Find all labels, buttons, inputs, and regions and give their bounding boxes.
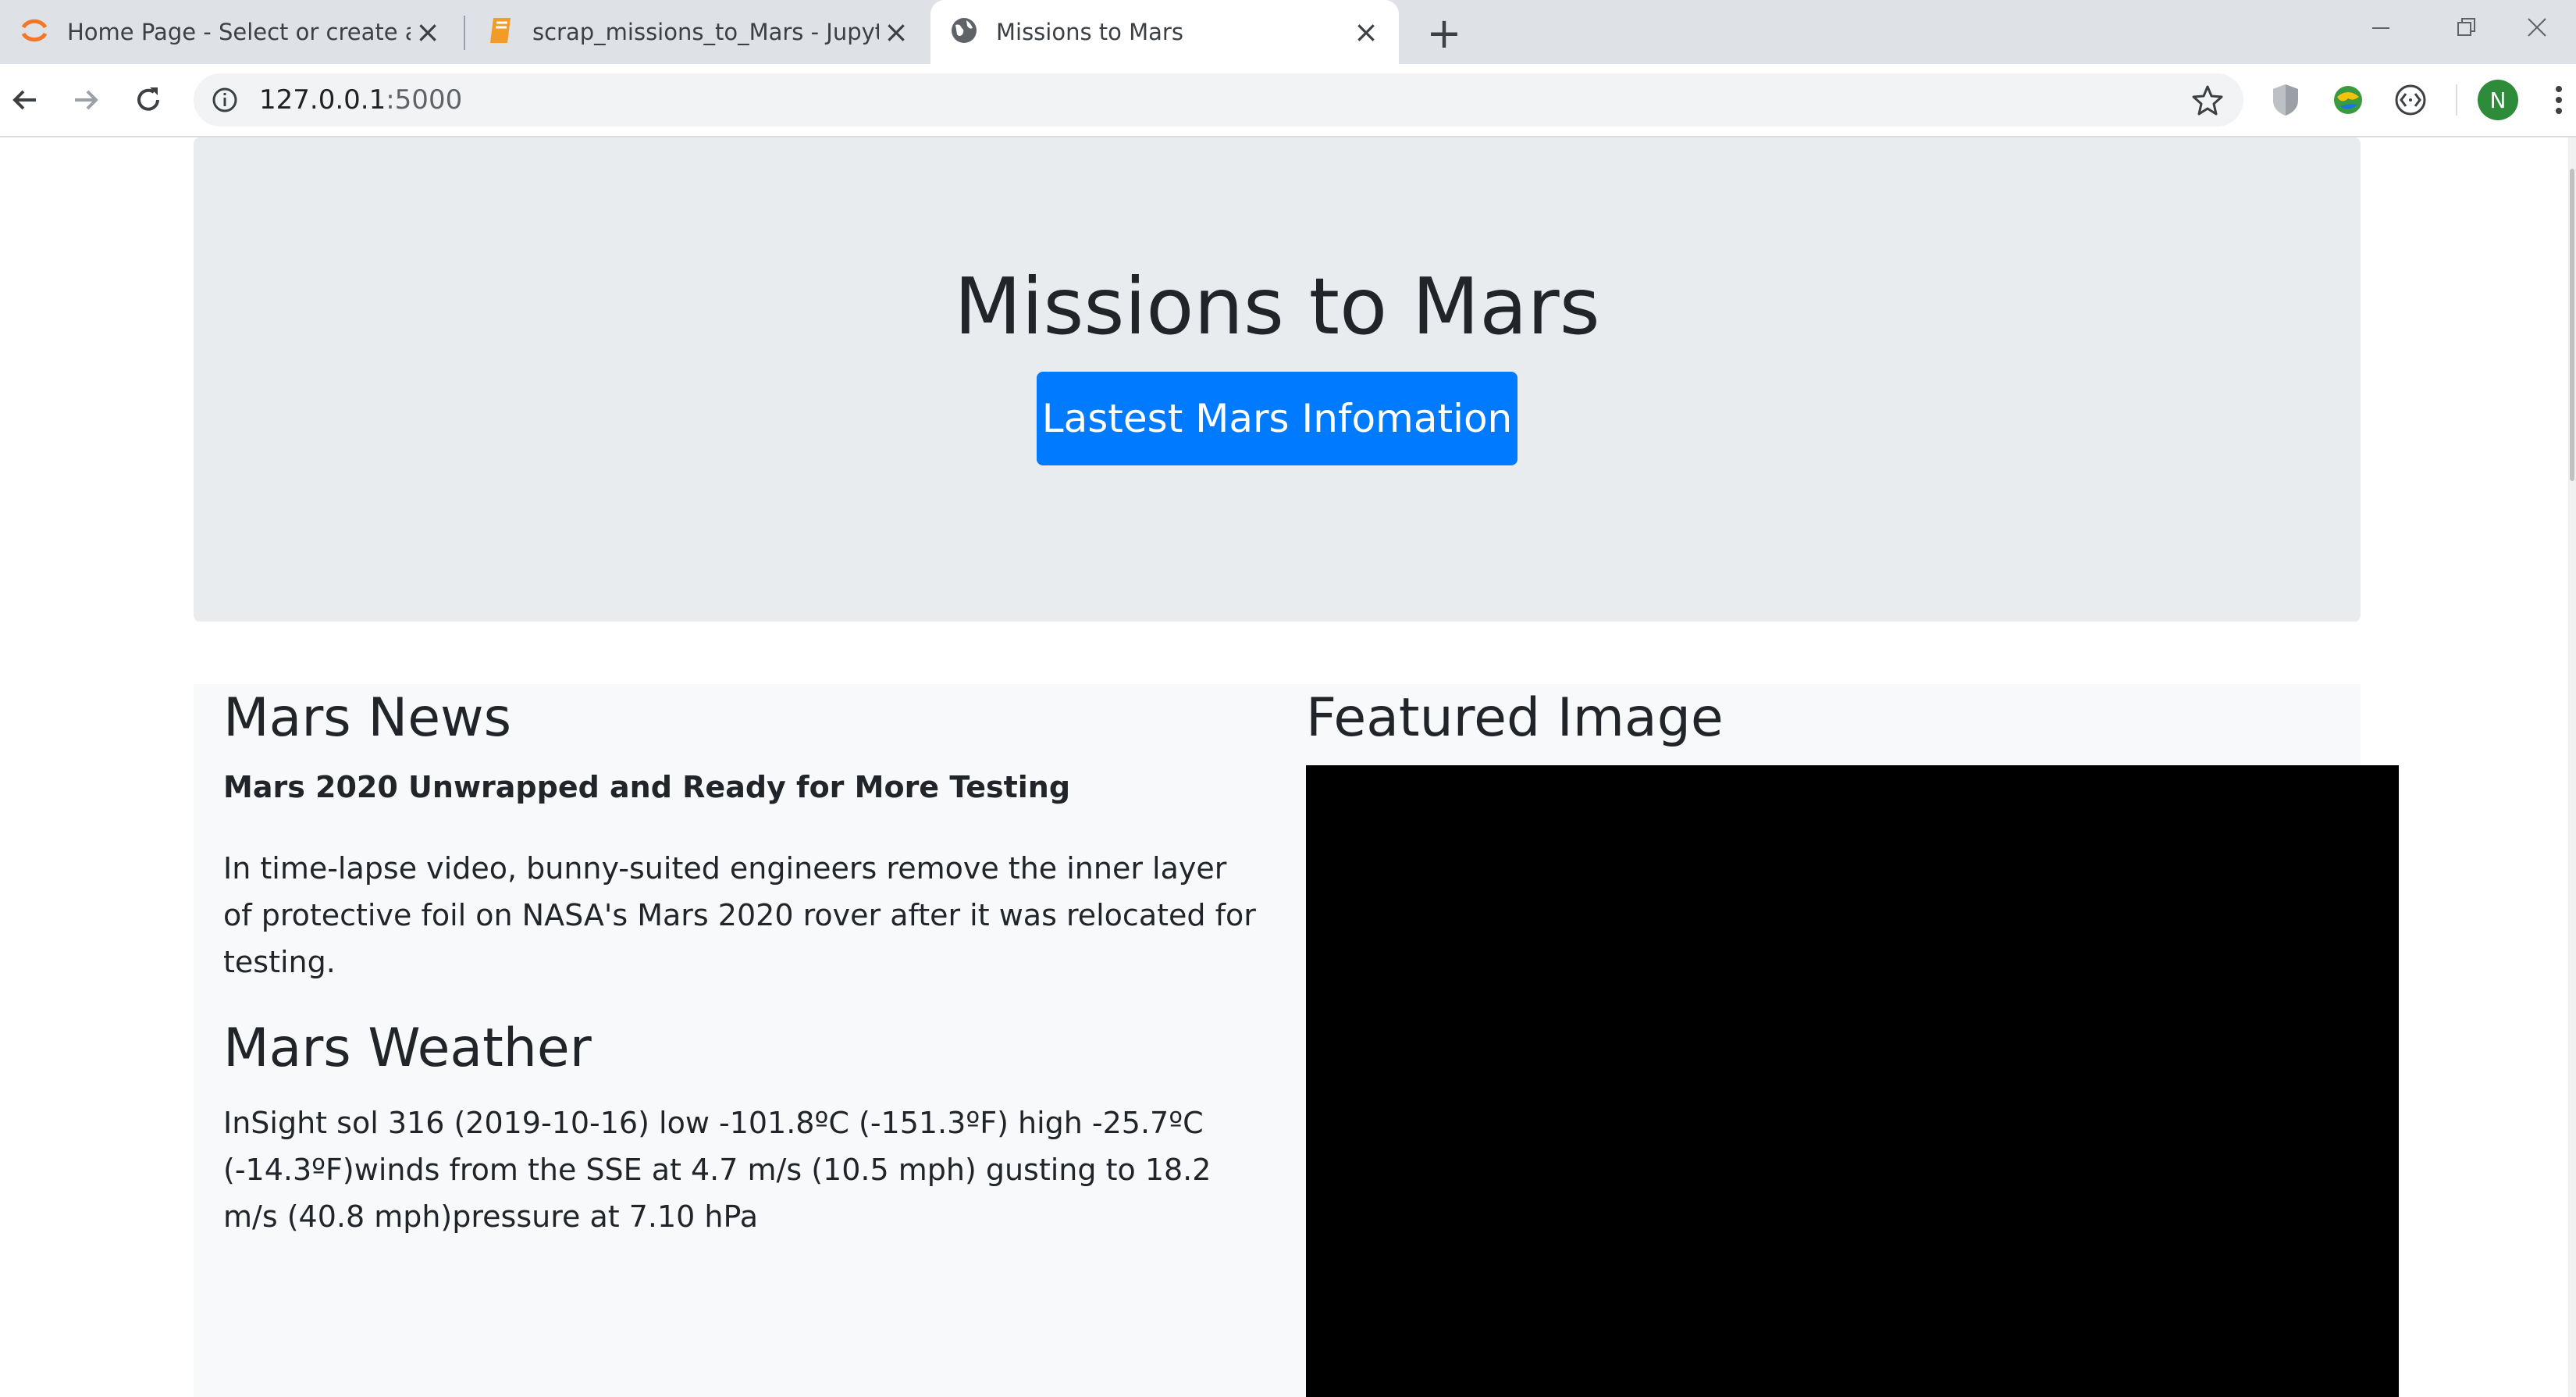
url-host: 127.0.0.1 [259,84,386,116]
jumbotron: Missions to Mars Lastest Mars Infomation [194,137,2361,622]
code-extension-icon[interactable] [2392,81,2429,119]
forward-arrow-icon [75,90,98,110]
more-menu-icon[interactable] [2548,81,2570,119]
browser-toolbar: 127.0.0.1:5000 N [0,64,2576,137]
reload-icon [137,87,159,111]
close-icon[interactable]: × [411,15,445,49]
new-tab-button[interactable]: + [1422,9,1466,58]
weather-text: InSight sol 316 (2019-10-16) low -101.8º… [223,1106,1212,1234]
minimize-button[interactable] [2342,0,2420,55]
tab-jupyter-home[interactable]: Home Page - Select or create a n × [0,0,461,64]
globe-icon [949,16,979,48]
tab-title: scrap_missions_to_Mars - Jupyte [532,19,879,45]
shield-extension-icon[interactable] [2267,81,2304,119]
reload-button[interactable] [126,78,170,122]
tab-separator [464,16,465,50]
url-text: 127.0.0.1:5000 [259,84,462,116]
tab-notebook[interactable]: scrap_missions_to_Mars - Jupyte × [468,0,929,64]
restore-button[interactable] [2428,0,2506,55]
scrollbar-thumb[interactable] [2570,169,2574,481]
close-icon[interactable]: × [879,15,913,49]
tab-title: Home Page - Select or create a n [67,19,411,45]
page-viewport: Missions to Mars Lastest Mars Infomation… [0,137,2576,1397]
news-heading: Mars News [223,687,512,749]
page-title: Missions to Mars [954,261,1600,352]
page-scrollbar[interactable] [2568,137,2576,1397]
featured-image [1306,765,2399,1397]
scrape-button[interactable]: Lastest Mars Infomation [1037,372,1517,465]
news-title: Mars 2020 Unwrapped and Ready for More T… [223,770,1071,804]
tab-title: Missions to Mars [996,19,1183,45]
back-button[interactable] [3,78,47,122]
news-paragraph: In time-lapse video, bunny-suited engine… [223,851,1256,979]
toolbar-divider [2456,84,2457,116]
profile-avatar[interactable]: N [2478,80,2518,120]
close-icon[interactable]: × [1349,15,1383,49]
tab-missions-to-mars[interactable]: Missions to Mars × [930,0,1399,64]
featured-image-heading: Featured Image [1306,687,1724,749]
jupyter-icon [19,15,50,49]
info-icon[interactable] [211,86,239,114]
url-port: :5000 [386,84,463,116]
globe-extension-icon[interactable] [2329,81,2367,119]
back-arrow-icon [12,90,36,110]
bookmark-star-icon[interactable] [2190,83,2225,117]
weather-heading: Mars Weather [223,1017,592,1079]
address-bar[interactable]: 127.0.0.1:5000 [194,73,2243,127]
forward-button[interactable] [64,78,108,122]
tab-strip: Home Page - Select or create a n × scrap… [0,0,2576,64]
close-window-button[interactable] [2498,0,2576,55]
notebook-icon [487,15,515,49]
